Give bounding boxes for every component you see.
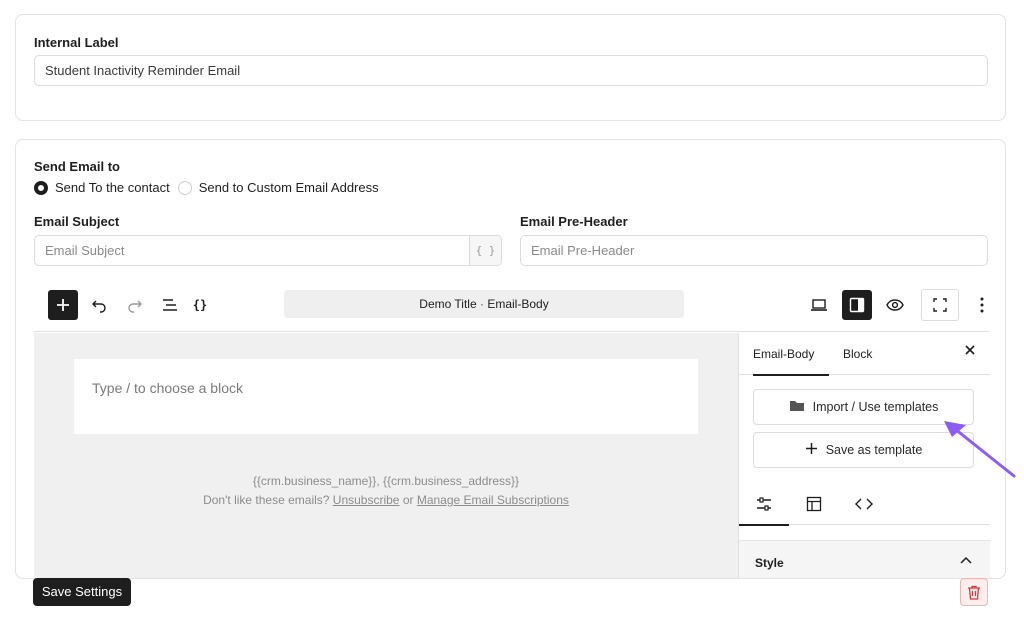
tab-block[interactable]: Block [843, 333, 872, 375]
tab-email-body-label: Email-Body [753, 347, 815, 361]
annotation-arrow-icon [944, 421, 1016, 478]
fullscreen-icon[interactable] [921, 289, 959, 321]
internal-label-heading: Internal Label [34, 35, 119, 50]
unsubscribe-line: Don't like these emails? Unsubscribe or … [34, 491, 738, 510]
tab-block-label: Block [843, 347, 873, 361]
internal-label-input[interactable]: Student Inactivity Reminder Email [34, 55, 988, 86]
more-vertical-icon[interactable] [967, 290, 997, 320]
chevron-up-icon[interactable] [960, 553, 972, 567]
style-panel[interactable]: Style [739, 540, 990, 578]
plus-icon [805, 442, 818, 458]
editor-toolbar: {} Demo Title · Email-Body [34, 282, 989, 332]
laptop-icon[interactable] [804, 290, 834, 320]
email-footer: {{crm.business_name}}, {{crm.business_ad… [34, 472, 738, 510]
sliders-icon[interactable] [739, 483, 789, 526]
title-separator: · [480, 297, 484, 311]
sidebar-icon-tabs [739, 483, 990, 526]
code-icon[interactable] [839, 483, 889, 525]
document-title-bar[interactable]: Demo Title · Email-Body [284, 290, 684, 318]
plus-icon[interactable] [48, 290, 78, 320]
email-settings-card: Send Email to Send To the contact Send t… [15, 139, 1006, 579]
tab-email-body[interactable]: Email-Body [753, 333, 829, 376]
unsubscribe-prefix: Don't like these emails? [203, 493, 333, 507]
eye-icon[interactable] [880, 290, 910, 320]
internal-label-card: Internal Label Student Inactivity Remind… [15, 14, 1006, 121]
radio-send-to-custom-label: Send to Custom Email Address [198, 180, 379, 195]
braces-icon[interactable]: {} [185, 290, 215, 320]
radio-unchecked-icon[interactable] [177, 180, 192, 195]
undo-icon[interactable] [84, 290, 114, 320]
document-subtitle: Email-Body [487, 297, 549, 311]
list-view-icon[interactable] [155, 290, 185, 320]
radio-send-to-contact[interactable]: Send To the contact [34, 180, 170, 195]
editor-canvas: Type / to choose a block {{crm.business_… [34, 333, 738, 578]
email-preheader-input[interactable]: Email Pre-Header [520, 235, 988, 266]
radio-send-to-contact-label: Send To the contact [55, 180, 170, 195]
email-subject-heading: Email Subject [34, 214, 120, 229]
import-templates-label: Import / Use templates [812, 400, 939, 414]
document-title: Demo Title [419, 297, 477, 311]
radio-send-to-custom[interactable]: Send to Custom Email Address [177, 180, 379, 195]
send-email-to-heading: Send Email to [34, 159, 120, 174]
email-subject-input[interactable]: Email Subject { } [34, 235, 502, 266]
layout-icon[interactable] [789, 483, 839, 525]
send-to-radio-group: Send To the contact Send to Custom Email… [34, 180, 387, 195]
save-as-template-label: Save as template [825, 443, 923, 457]
folder-icon [789, 399, 805, 415]
merge-tag-button[interactable]: { } [469, 236, 501, 265]
manage-subscriptions-link[interactable]: Manage Email Subscriptions [417, 493, 569, 507]
redo-icon[interactable] [120, 290, 150, 320]
style-label: Style [755, 556, 784, 570]
sidebar-tabs: Email-Body Block [739, 333, 990, 376]
unsubscribe-link[interactable]: Unsubscribe [333, 493, 400, 507]
trash-icon[interactable] [960, 578, 988, 606]
email-preheader-heading: Email Pre-Header [520, 214, 628, 229]
sidebar-icon[interactable] [842, 290, 872, 320]
save-settings-button[interactable]: Save Settings [33, 578, 131, 606]
block-placeholder[interactable]: Type / to choose a block [74, 359, 698, 434]
business-info: {{crm.business_name}}, {{crm.business_ad… [252, 474, 520, 488]
radio-checked-icon[interactable] [34, 180, 48, 195]
close-icon[interactable] [964, 343, 976, 361]
or-text: or [399, 493, 417, 507]
email-subject-placeholder: Email Subject [45, 243, 125, 258]
